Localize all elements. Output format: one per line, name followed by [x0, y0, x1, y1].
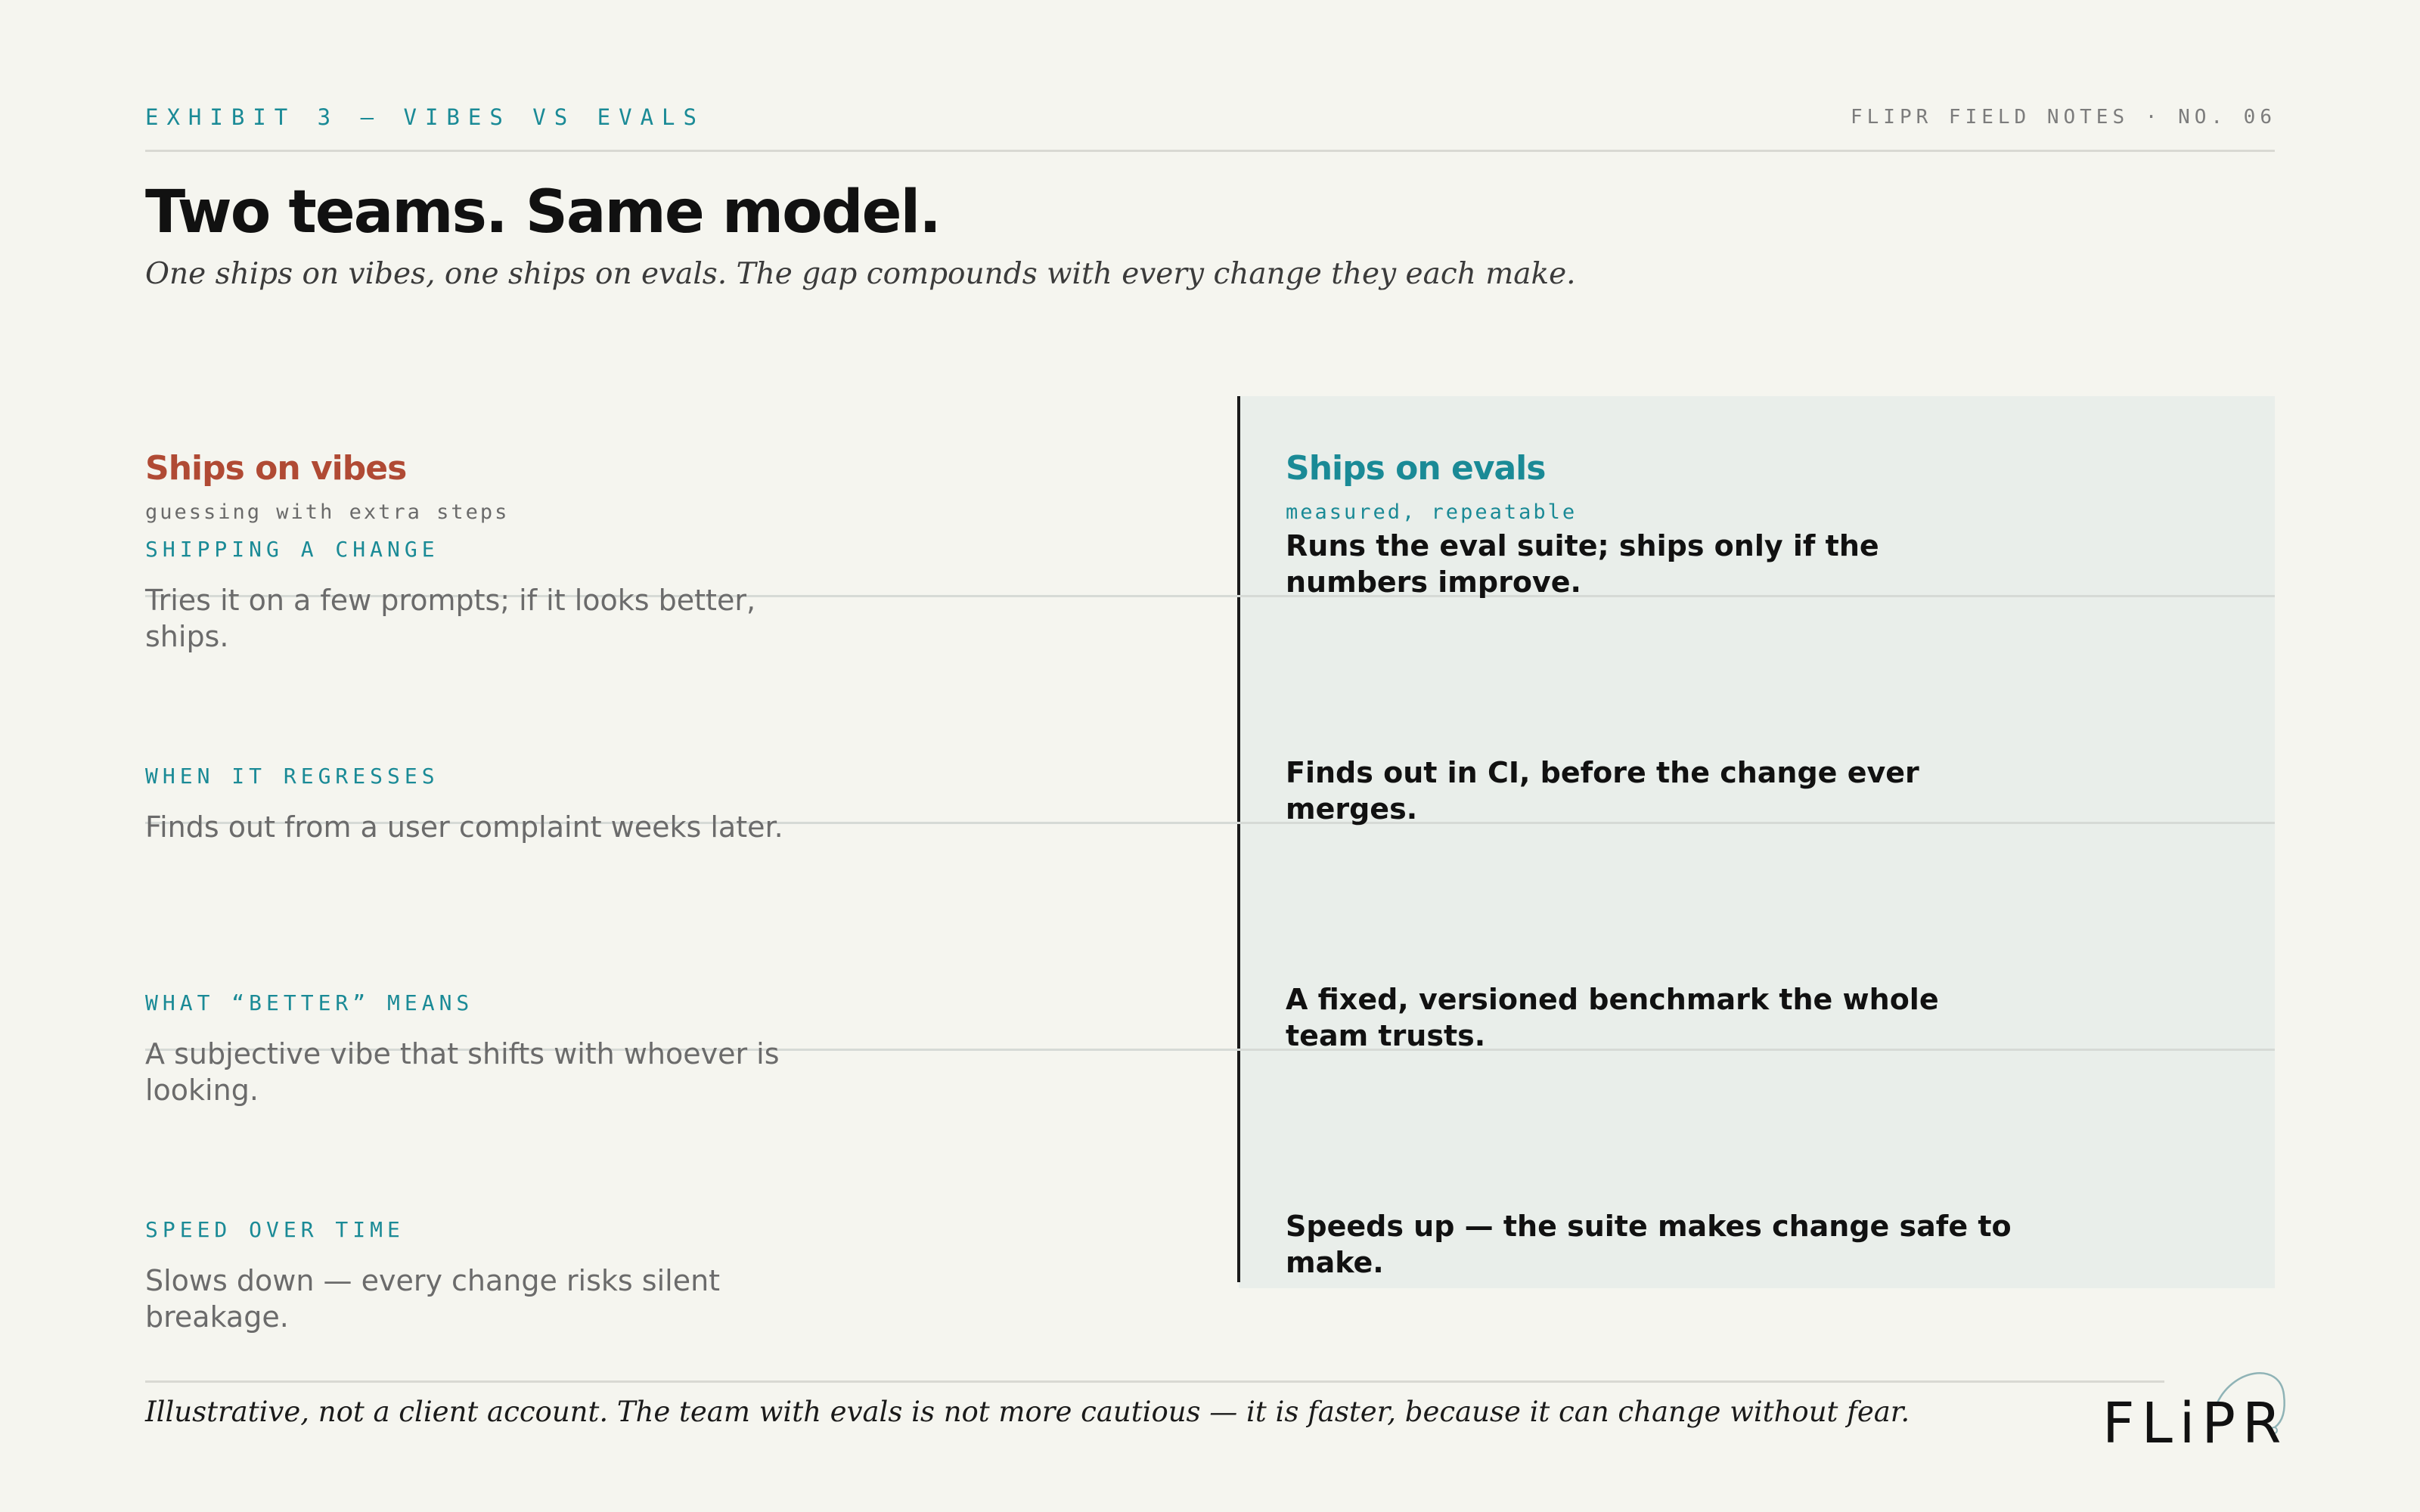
logo-wordmark: FLiPR [2102, 1391, 2288, 1456]
row-label: WHEN IT REGRESSES [145, 764, 439, 789]
evals-cell: A fixed, versioned benchmark the whole t… [1286, 983, 1939, 1052]
evals-column-tag: measured, repeatable [1286, 500, 1578, 524]
row-label: SHIPPING A CHANGE [145, 537, 439, 562]
row-label: WHAT “BETTER” MEANS [145, 990, 474, 1015]
issue-label: FLIPR FIELD NOTES · NO. 06 [1851, 106, 2276, 129]
footer-divider [145, 1380, 2164, 1383]
vibes-cell: A subjective vibe that shifts with whoev… [145, 1037, 780, 1107]
page-title: Two teams. Same model. [145, 178, 942, 246]
vibes-column-tag: guessing with extra steps [145, 500, 510, 524]
vibes-column-title: Ships on vibes [145, 449, 407, 488]
row-label: SPEED OVER TIME [145, 1217, 405, 1242]
vibes-cell: Finds out from a user complaint weeks la… [145, 810, 783, 844]
vibes-cell: Slows down — every change risks silent b… [145, 1264, 721, 1334]
page-subtitle: One ships on vibes, one ships on evals. … [145, 257, 1576, 291]
exhibit-label: EXHIBIT 3 — VIBES VS EVALS [145, 104, 705, 130]
vibes-cell: Tries it on a few prompts; if it looks b… [145, 584, 756, 653]
flipr-logo: FLiPR [2102, 1361, 2299, 1459]
footnote: Illustrative, not a client account. The … [145, 1396, 1910, 1428]
header-divider [145, 150, 2275, 152]
evals-column-title: Ships on evals [1286, 449, 1546, 488]
evals-cell: Finds out in CI, before the change ever … [1286, 756, 1919, 826]
evals-cell: Speeds up — the suite makes change safe … [1286, 1210, 2012, 1279]
column-divider [1237, 396, 1240, 1282]
evals-cell: Runs the eval suite; ships only if the n… [1286, 529, 1879, 599]
